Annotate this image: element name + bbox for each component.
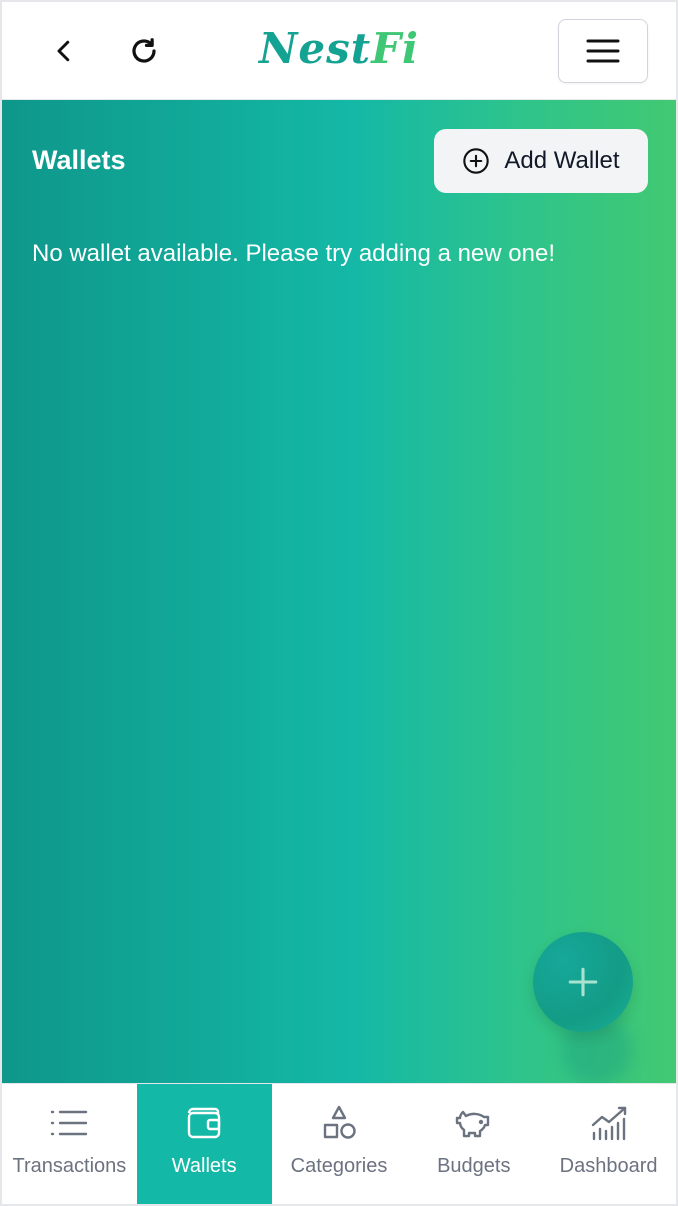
page-title: Wallets [32,145,126,175]
nav-item-transactions[interactable]: Transactions [2,1084,137,1204]
top-header: NestFi [2,2,676,100]
nav-label-wallets: Wallets [171,1155,237,1177]
shapes-icon [323,1105,356,1139]
nav-item-dashboard[interactable]: Dashboard [541,1084,676,1204]
piggy-bank-icon [455,1110,489,1138]
add-wallet-button[interactable]: Add Wallet [434,129,648,193]
main-content: Wallets Add Wallet No wallet available. … [2,100,676,1083]
plus-icon [568,967,598,997]
chart-icon [591,1106,626,1141]
hamburger-icon [586,39,620,63]
plus-circle-icon [463,148,490,174]
bottom-navigation: Transactions Wallets Categories Budgets … [2,1083,676,1204]
nav-label-transactions: Transactions [12,1155,127,1177]
wallet-icon [187,1107,221,1139]
app-frame: NestFi Wallets Add Wallet No wallet avai… [0,0,678,1206]
floating-add-button[interactable] [533,932,633,1032]
logo-accent-text: Fi [371,24,419,73]
add-wallet-label: Add Wallet [504,147,620,174]
empty-state-message: No wallet available. Please try adding a… [32,240,555,267]
menu-button[interactable] [558,19,648,83]
nav-label-dashboard: Dashboard [559,1155,658,1177]
nav-item-wallets[interactable]: Wallets [136,1084,272,1204]
nav-item-budgets[interactable]: Budgets [406,1084,541,1204]
list-icon [51,1110,88,1136]
nav-item-categories[interactable]: Categories [272,1084,407,1204]
nav-label-budgets: Budgets [437,1155,511,1177]
nav-label-categories: Categories [290,1155,388,1177]
logo-main-text: Nest [259,24,372,73]
